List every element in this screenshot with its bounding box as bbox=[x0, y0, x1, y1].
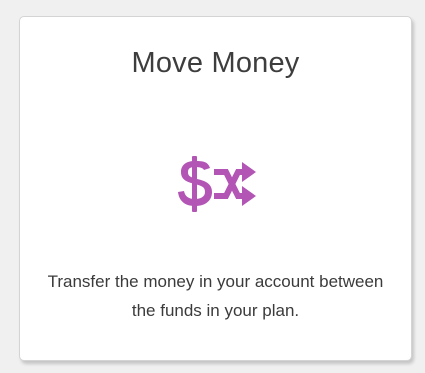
card-title: Move Money bbox=[131, 47, 300, 79]
move-money-card[interactable]: Move Money Transfer the money in your ac… bbox=[19, 16, 412, 361]
dollar-shuffle-icon bbox=[178, 156, 256, 212]
card-description: Transfer the money in your account betwe… bbox=[47, 272, 384, 320]
